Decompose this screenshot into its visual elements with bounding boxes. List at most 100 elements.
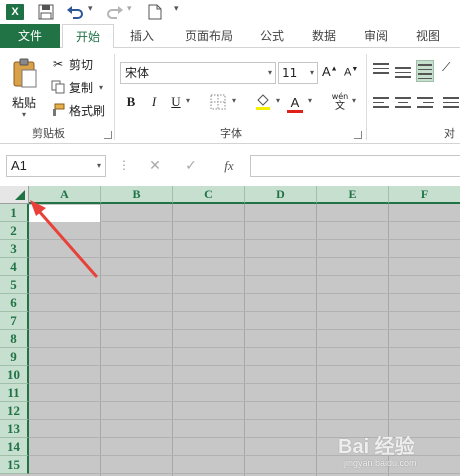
font-name-value: 宋体 xyxy=(125,66,150,80)
font-group-label: 字体 xyxy=(220,127,242,140)
align-top-icon[interactable] xyxy=(372,60,390,78)
row-header-13[interactable]: 13 xyxy=(0,420,29,438)
row-header-6[interactable]: 6 xyxy=(0,294,29,312)
fill-color-icon[interactable] xyxy=(254,92,272,110)
row-gridline xyxy=(29,383,460,384)
redo-dropdown-icon[interactable]: ▾ xyxy=(127,4,132,14)
formula-input[interactable] xyxy=(250,155,460,177)
save-icon[interactable] xyxy=(38,4,54,20)
name-box[interactable]: A1 ▾ xyxy=(6,155,106,177)
column-header-f[interactable]: F xyxy=(389,186,460,204)
tab-view[interactable]: 视图 xyxy=(408,24,448,48)
formula-bar: A1 ▾ ⋮ ✕ ✓ fx xyxy=(0,144,460,186)
row-header-4[interactable]: 4 xyxy=(0,258,29,276)
phonetic-label: wén xyxy=(331,92,349,101)
align-middle-icon[interactable] xyxy=(394,64,412,82)
font-launcher-icon[interactable] xyxy=(354,131,362,139)
row-header-14[interactable]: 14 xyxy=(0,438,29,456)
grow-font-icon[interactable]: A▲ xyxy=(322,64,338,79)
tab-data[interactable]: 数据 xyxy=(304,24,344,48)
active-cell-a1[interactable] xyxy=(29,205,100,222)
column-header-c[interactable]: C xyxy=(173,186,245,204)
align-center-icon[interactable] xyxy=(394,94,412,112)
formula-bar-resize-handle[interactable]: ⋮ xyxy=(118,158,130,172)
underline-button[interactable]: U xyxy=(170,92,182,112)
row-header-7[interactable]: 7 xyxy=(0,312,29,330)
phonetic-button[interactable]: wén 文 xyxy=(330,92,350,114)
borders-icon[interactable] xyxy=(210,94,226,110)
column-header-a[interactable]: A xyxy=(29,186,101,204)
copy-dropdown-icon[interactable]: ▾ xyxy=(99,83,103,92)
phonetic-dropdown-icon[interactable]: ▾ xyxy=(352,96,356,105)
font-color-button[interactable]: A xyxy=(288,92,302,112)
fill-color-dropdown-icon[interactable]: ▾ xyxy=(276,96,280,105)
select-all-button[interactable] xyxy=(0,186,29,204)
borders-dropdown-icon[interactable]: ▾ xyxy=(232,96,236,105)
font-size-select[interactable]: 11 ▾ xyxy=(278,62,318,84)
row-header-3[interactable]: 3 xyxy=(0,240,29,258)
row-header-15[interactable]: 15 xyxy=(0,456,29,474)
shrink-font-icon[interactable]: A▼ xyxy=(344,66,358,79)
tab-file[interactable]: 文件 xyxy=(0,24,60,48)
watermark: Bai 经验 jingyan.baidu.com xyxy=(338,430,458,472)
font-name-select[interactable]: 宋体 ▾ xyxy=(120,62,276,84)
format-painter-button[interactable]: 格式刷 xyxy=(50,100,105,120)
copy-button[interactable]: 复制 ▾ xyxy=(50,77,103,97)
ribbon-home: 粘贴 ▾ ✂ 剪切 复制 ▾ 格式刷 剪贴板 宋体 ▾ 11 ▾ A▲ A▼ B… xyxy=(0,48,460,144)
copy-label: 复制 xyxy=(69,80,94,95)
cut-label: 剪切 xyxy=(69,57,94,72)
underline-dropdown-icon[interactable]: ▾ xyxy=(186,96,190,105)
column-header-b[interactable]: B xyxy=(101,186,173,204)
column-header-d[interactable]: D xyxy=(245,186,317,204)
format-painter-label: 格式刷 xyxy=(69,103,106,118)
clipboard-icon xyxy=(13,58,37,88)
enter-icon[interactable]: ✓ xyxy=(180,156,202,176)
clipboard-launcher-icon[interactable] xyxy=(104,131,112,139)
row-header-12[interactable]: 12 xyxy=(0,402,29,420)
row-header-11[interactable]: 11 xyxy=(0,384,29,402)
align-right-icon[interactable] xyxy=(416,94,434,112)
column-header-e[interactable]: E xyxy=(317,186,389,204)
tab-insert[interactable]: 插入 xyxy=(120,24,164,48)
paste-label: 粘贴 xyxy=(12,96,37,110)
clipboard-group-label: 剪贴板 xyxy=(32,127,65,140)
row-header-10[interactable]: 10 xyxy=(0,366,29,384)
row-gridline xyxy=(29,275,460,276)
paste-button[interactable]: 粘贴 ▾ xyxy=(6,56,46,120)
italic-button[interactable]: I xyxy=(148,92,160,112)
font-color-dropdown-icon[interactable]: ▾ xyxy=(308,96,312,105)
column-gridline xyxy=(316,204,317,476)
format-painter-icon xyxy=(50,102,66,118)
row-header-9[interactable]: 9 xyxy=(0,348,29,366)
customize-qat-icon[interactable]: ▾ xyxy=(174,4,179,14)
undo-dropdown-icon[interactable]: ▾ xyxy=(88,4,93,14)
new-file-icon[interactable] xyxy=(148,4,162,20)
indent-icon[interactable] xyxy=(442,94,460,112)
tab-formulas[interactable]: 公式 xyxy=(252,24,292,48)
cancel-icon[interactable]: ✕ xyxy=(144,156,166,176)
orientation-icon[interactable]: ⟋ xyxy=(442,60,460,78)
watermark-text: Bai 经验 xyxy=(338,436,415,458)
redo-icon[interactable] xyxy=(106,4,124,20)
bold-button[interactable]: B xyxy=(124,92,138,112)
tab-page-layout[interactable]: 页面布局 xyxy=(176,24,242,48)
paste-dropdown-icon[interactable]: ▾ xyxy=(22,110,26,119)
chevron-down-icon: ▾ xyxy=(267,68,272,77)
ribbon-tabs: 文件 开始 插入 页面布局 公式 数据 审阅 视图 xyxy=(0,24,460,49)
insert-function-button[interactable]: fx xyxy=(218,156,240,176)
row-header-2[interactable]: 2 xyxy=(0,222,29,240)
row-gridline xyxy=(29,401,460,402)
tab-review[interactable]: 审阅 xyxy=(356,24,396,48)
name-box-value: A1 xyxy=(11,158,27,173)
chevron-down-icon: ▾ xyxy=(96,161,101,170)
tab-home[interactable]: 开始 xyxy=(62,24,114,49)
align-left-icon[interactable] xyxy=(372,94,390,112)
undo-icon[interactable] xyxy=(66,4,84,20)
row-header-1[interactable]: 1 xyxy=(0,204,29,222)
row-header-5[interactable]: 5 xyxy=(0,276,29,294)
align-bottom-icon[interactable] xyxy=(416,60,434,82)
row-header-8[interactable]: 8 xyxy=(0,330,29,348)
row-gridline xyxy=(29,293,460,294)
group-divider xyxy=(114,54,115,140)
cut-button[interactable]: ✂ 剪切 xyxy=(50,54,93,74)
